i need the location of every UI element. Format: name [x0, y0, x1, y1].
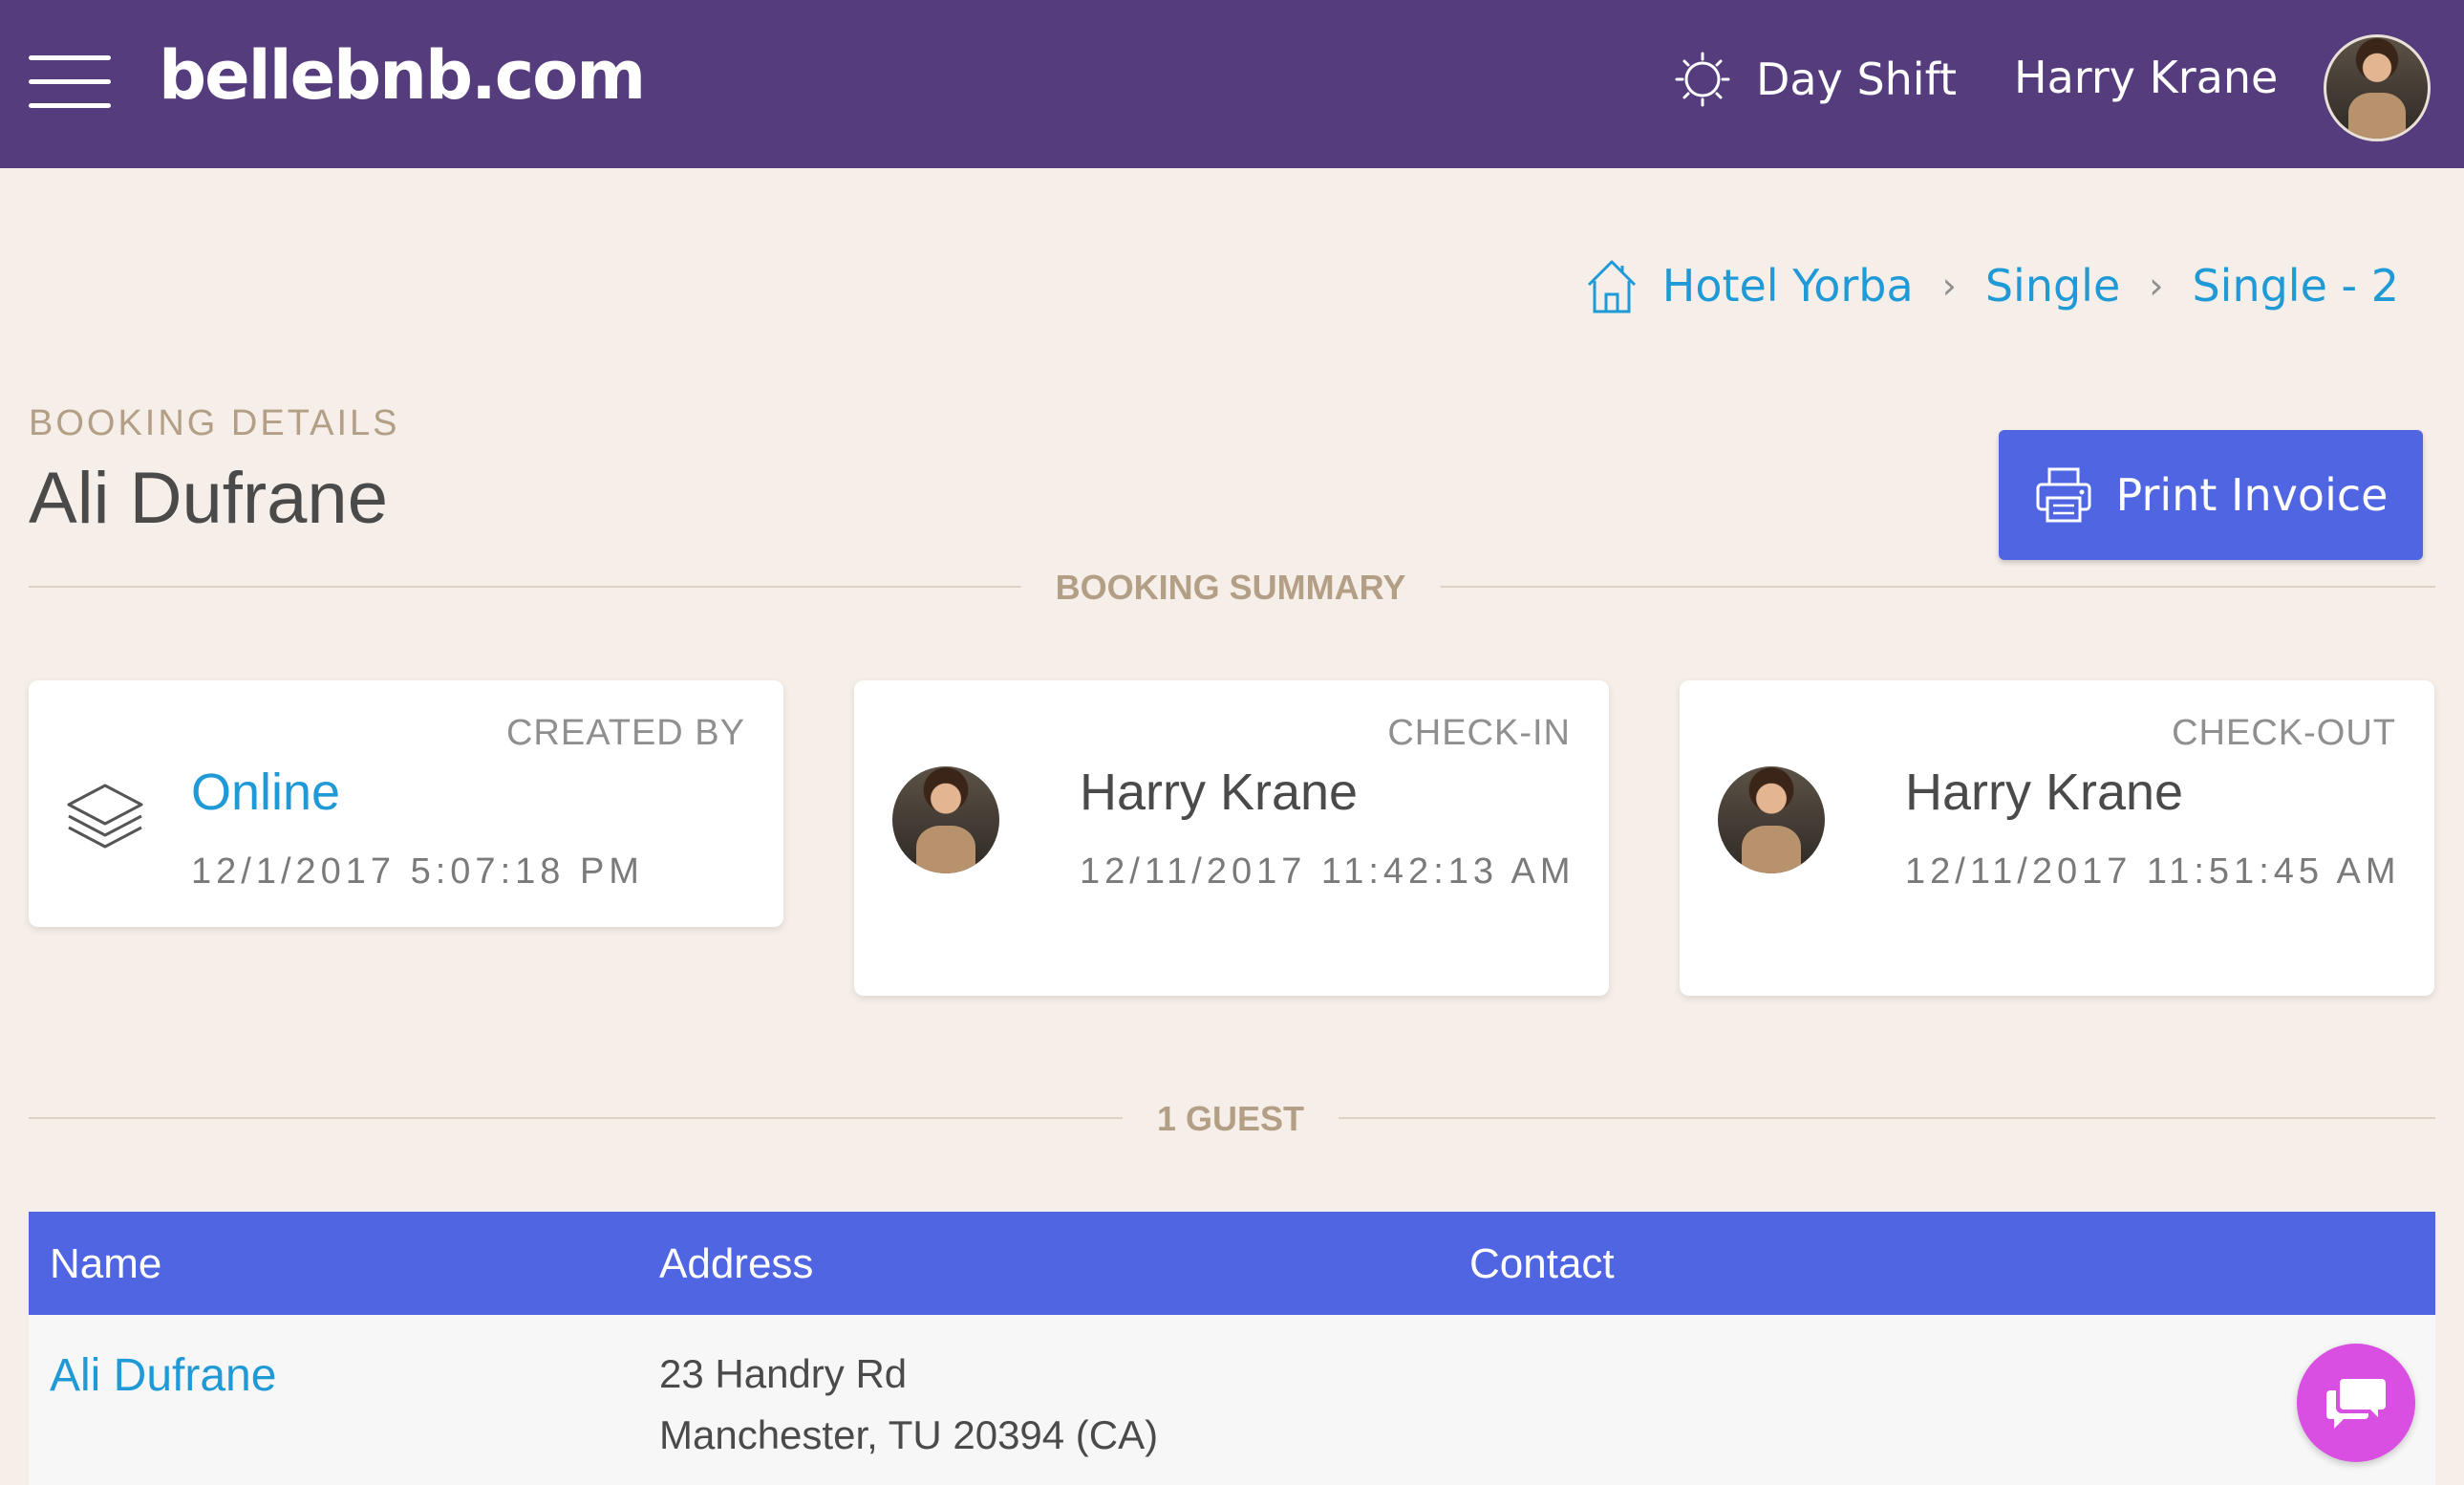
- column-header-address[interactable]: Address: [659, 1240, 813, 1288]
- address-line-1: 23 Handry Rd: [659, 1351, 908, 1396]
- created-by-label: CREATED BY: [505, 713, 745, 753]
- created-by-source-link[interactable]: Online: [191, 763, 340, 822]
- page-title: Ali Dufrane: [29, 458, 388, 539]
- breadcrumb: Hotel Yorba › Single › Single - 2: [1584, 256, 2399, 315]
- section-kicker: BOOKING DETAILS: [29, 403, 400, 443]
- app-logo[interactable]: bellebnb.com: [159, 36, 646, 115]
- guests-table: Name Address Contact Ali Dufrane 23 Hand…: [29, 1212, 2435, 1485]
- breadcrumb-item-room-type[interactable]: Single: [1985, 260, 2120, 312]
- guests-title: 1 GUEST: [1122, 1099, 1339, 1139]
- check-in-label: CHECK-IN: [1387, 713, 1571, 753]
- guests-table-header: Name Address Contact: [29, 1212, 2435, 1315]
- check-out-staff-name: Harry Krane: [1905, 764, 2184, 821]
- table-row: Ali Dufrane 23 Handry Rd Manchester, TU …: [29, 1315, 2435, 1485]
- check-in-staff-avatar: [892, 766, 999, 873]
- breadcrumb-item-room[interactable]: Single - 2: [2192, 260, 2399, 312]
- user-avatar[interactable]: [2324, 34, 2431, 141]
- printer-icon: [2036, 467, 2091, 523]
- address-line-2: Manchester, TU 20394 (CA): [659, 1412, 1159, 1457]
- created-timestamp: 12/1/2017 5:07:18 PM: [191, 851, 644, 892]
- home-icon: [1587, 260, 1636, 313]
- created-by-card: CREATED BY Online 12/1/2017 5:07:18 PM: [29, 680, 783, 927]
- column-header-name[interactable]: Name: [50, 1240, 161, 1288]
- check-out-label: CHECK-OUT: [2172, 713, 2396, 753]
- check-in-staff-name: Harry Krane: [1080, 764, 1359, 821]
- hamburger-menu-icon[interactable]: [29, 55, 111, 109]
- check-out-staff-avatar: [1718, 766, 1825, 873]
- column-header-contact[interactable]: Contact: [1469, 1240, 1615, 1288]
- sun-icon: [1675, 52, 1730, 107]
- user-name[interactable]: Harry Krane: [2014, 52, 2278, 103]
- check-out-timestamp: 12/11/2017 11:51:45 AM: [1905, 851, 2401, 892]
- check-in-card: CHECK-IN Harry Krane 12/11/2017 11:42:13…: [854, 680, 1609, 996]
- shift-selector[interactable]: Day Shift: [1674, 48, 1957, 111]
- guest-name-link[interactable]: Ali Dufrane: [50, 1349, 276, 1402]
- breadcrumb-separator: ›: [2149, 265, 2164, 307]
- print-invoice-button[interactable]: Print Invoice: [1999, 430, 2423, 560]
- guest-address: 23 Handry Rd Manchester, TU 20394 (CA): [659, 1344, 1158, 1466]
- check-out-card: CHECK-OUT Harry Krane 12/11/2017 11:51:4…: [1680, 680, 2434, 996]
- check-in-timestamp: 12/11/2017 11:42:13 AM: [1080, 851, 1575, 892]
- top-bar: bellebnb.com Day Shift Harry Krane: [0, 0, 2464, 168]
- print-invoice-label: Print Invoice: [2115, 469, 2389, 521]
- breadcrumb-item-hotel[interactable]: Hotel Yorba: [1662, 260, 1914, 312]
- chat-bubbles-icon: [2326, 1379, 2386, 1429]
- layers-icon: [67, 784, 143, 849]
- chat-button[interactable]: [2297, 1344, 2415, 1462]
- breadcrumb-separator: ›: [1941, 265, 1957, 307]
- shift-label: Day Shift: [1756, 54, 1958, 105]
- summary-title: BOOKING SUMMARY: [1020, 568, 1441, 608]
